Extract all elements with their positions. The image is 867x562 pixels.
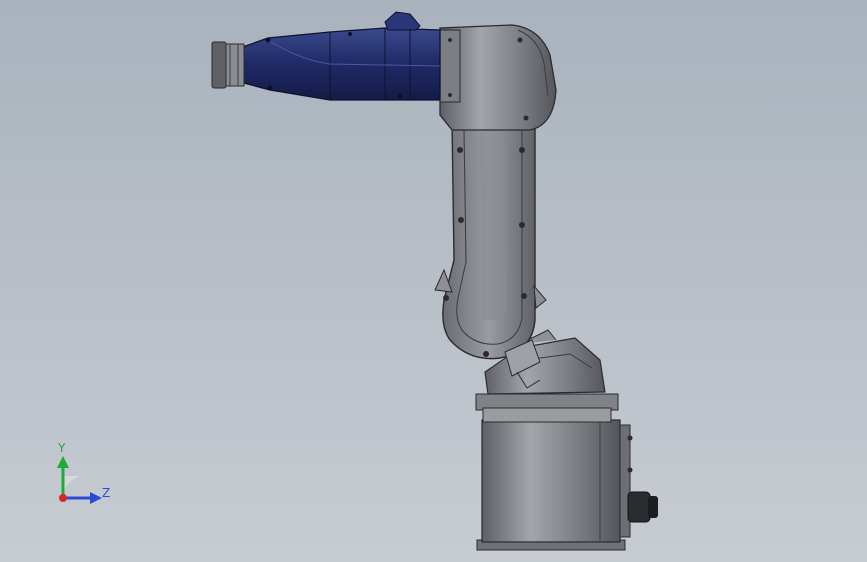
x-axis-origin: [59, 494, 67, 502]
robot-wrist-flange: [211, 41, 245, 89]
y-axis-arrowhead: [57, 456, 69, 468]
robot-base: [475, 393, 658, 551]
y-axis-label: Y: [58, 441, 66, 455]
robot-arm-model[interactable]: [0, 0, 867, 562]
robot-upper-housing: [439, 24, 557, 131]
graphics-viewport[interactable]: Y Z: [0, 0, 867, 562]
z-axis-label: Z: [102, 486, 111, 500]
coordinate-triad: Y Z: [40, 438, 130, 518]
triad-axes: [57, 456, 102, 504]
z-axis-arrowhead: [90, 492, 102, 504]
robot-forearm: [239, 11, 441, 101]
